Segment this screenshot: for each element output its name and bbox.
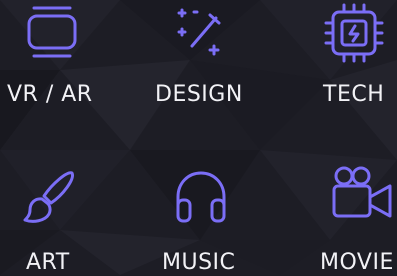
video-camera-icon <box>331 162 393 224</box>
category-label-vr-ar: VR / AR <box>7 82 93 107</box>
magic-wand-icon <box>170 2 232 64</box>
paint-brush-icon <box>18 166 80 228</box>
vr-headset-icon <box>21 2 83 64</box>
category-label-movie: MOVIE <box>320 250 394 275</box>
category-label-design: DESIGN <box>155 82 243 107</box>
headphones-icon <box>170 166 232 228</box>
category-label-music: MUSIC <box>162 250 236 275</box>
category-label-tech: TECH <box>323 82 385 107</box>
cpu-chip-icon <box>323 2 385 64</box>
category-label-art: ART <box>26 250 70 275</box>
